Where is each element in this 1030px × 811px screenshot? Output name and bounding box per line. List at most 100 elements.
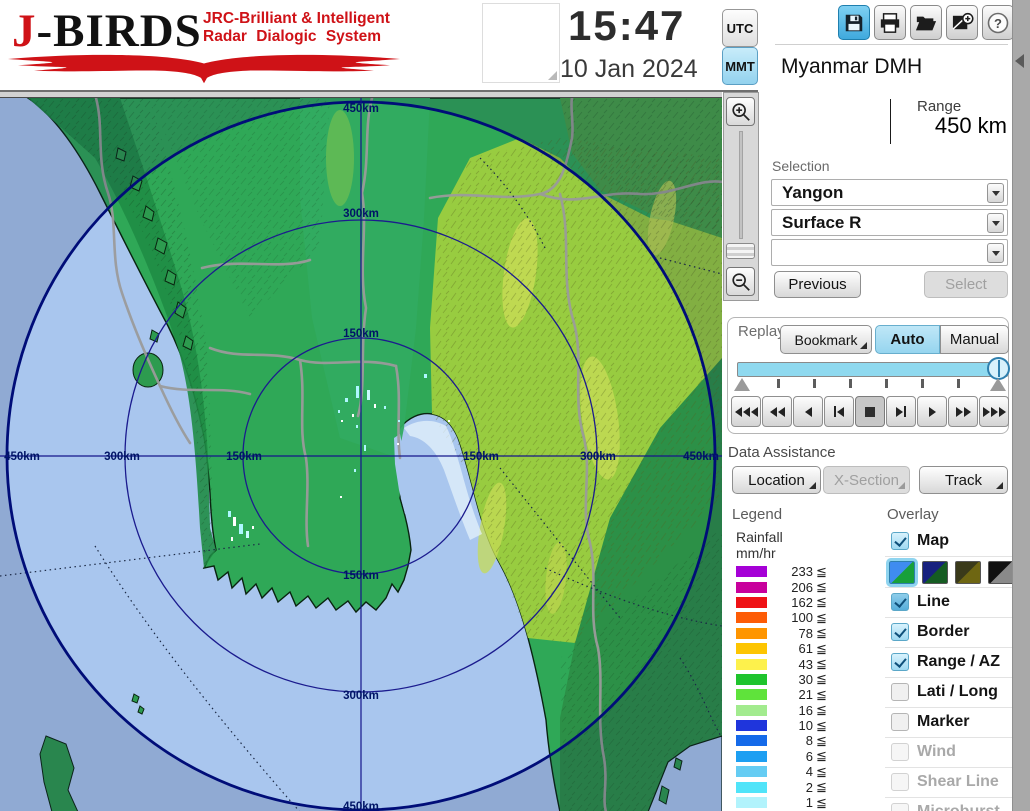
line-checkbox[interactable] — [891, 593, 909, 611]
open-folder-button[interactable] — [910, 5, 942, 40]
map-checkbox[interactable] — [891, 532, 909, 550]
map-style-gray-swatch[interactable] — [988, 561, 1014, 584]
svg-text:150km: 150km — [226, 451, 262, 463]
jump-to-start-button[interactable] — [731, 396, 761, 427]
shear-line-checkbox — [891, 773, 909, 791]
replay-slider-track[interactable] — [737, 362, 1008, 377]
overlay-item-label: Shear Line — [917, 773, 999, 791]
fast-rewind-button[interactable] — [762, 396, 792, 427]
overlay-item-label: Range / AZ — [917, 653, 1000, 671]
overlay-item-marker[interactable]: Marker — [891, 711, 969, 733]
step-forward-button[interactable] — [886, 396, 916, 427]
play-reverse-button[interactable] — [793, 396, 823, 427]
open-folder-icon — [915, 12, 937, 34]
slider-tick — [957, 379, 960, 388]
auto-button[interactable]: Auto — [875, 325, 940, 354]
logo-tagline: JRC-Brilliant & Intelligent Radar Dialog… — [203, 10, 390, 46]
option-dropdown-button[interactable] — [987, 243, 1004, 263]
zoom-in-button[interactable] — [726, 97, 755, 126]
zoom-slider-handle[interactable] — [726, 243, 755, 259]
overlay-item-range-az[interactable]: Range / AZ — [891, 651, 1000, 673]
print-button[interactable] — [874, 5, 906, 40]
product-dropdown[interactable]: Surface R — [771, 209, 1008, 236]
zoom-slider-track[interactable] — [739, 131, 743, 239]
marker-checkbox[interactable] — [891, 713, 909, 731]
fast-forward-button[interactable] — [948, 396, 978, 427]
legend-le-symbol: ≦ — [816, 733, 827, 749]
legend-le-symbol: ≦ — [816, 764, 827, 780]
divider — [885, 707, 1012, 708]
overlay-item-lati-long[interactable]: Lati / Long — [891, 681, 998, 703]
legend-swatch — [736, 705, 767, 716]
range-az-checkbox[interactable] — [891, 653, 909, 671]
select-button[interactable]: Select — [924, 271, 1008, 298]
previous-button[interactable]: Previous — [774, 271, 861, 298]
bookmark-label: Bookmark — [794, 332, 857, 348]
legend-row: 233≦ — [725, 564, 883, 579]
manual-button[interactable]: Manual — [940, 325, 1009, 354]
stop-button[interactable] — [855, 396, 885, 427]
utc-button[interactable]: UTC — [722, 9, 758, 47]
legend-swatch — [736, 628, 767, 639]
legend-swatch — [736, 582, 767, 593]
legend-swatch — [736, 643, 767, 654]
legend-swatch — [736, 720, 767, 731]
map-style-terrain-swatch[interactable] — [889, 561, 915, 584]
slider-end-marker[interactable] — [990, 378, 1006, 391]
mmt-button[interactable]: MMT — [722, 47, 758, 85]
help-icon: ? — [986, 11, 1010, 35]
zoom-out-button[interactable] — [726, 267, 755, 296]
divider — [885, 587, 1012, 588]
capture-add-button[interactable] — [946, 5, 978, 40]
forward2-icon — [956, 407, 963, 417]
radar-map[interactable]: 450km 300km 150km 150km 300km 450km 450k… — [0, 97, 722, 811]
save-icon — [843, 12, 865, 34]
legend-row: 30≦ — [725, 672, 883, 687]
save-button[interactable] — [838, 5, 870, 40]
product-dropdown-button[interactable] — [987, 213, 1004, 233]
site-dropdown[interactable]: Yangon — [771, 179, 1008, 206]
map-style-olive-swatch[interactable] — [955, 561, 981, 584]
map-zoom-control — [723, 92, 759, 301]
divider — [885, 767, 1012, 768]
location-button[interactable]: Location — [732, 466, 821, 494]
legend-swatch — [736, 612, 767, 623]
slider-start-marker[interactable] — [734, 378, 750, 391]
legend-le-symbol: ≦ — [816, 687, 827, 703]
tagline-line2: Radar Dialogic System — [203, 28, 390, 46]
divider — [885, 617, 1012, 618]
chevron-down-icon — [992, 191, 1000, 196]
bookmark-button[interactable]: Bookmark — [780, 325, 872, 354]
step-back-button[interactable] — [824, 396, 854, 427]
legend-le-symbol: ≦ — [816, 795, 827, 811]
site-dropdown-button[interactable] — [987, 183, 1004, 203]
legend-swatch — [736, 674, 767, 685]
option-dropdown[interactable] — [771, 239, 1008, 266]
legend-le-symbol: ≦ — [816, 748, 827, 764]
play-button[interactable] — [917, 396, 947, 427]
replay-slider-handle[interactable] — [987, 357, 1010, 380]
overlay-item-border[interactable]: Border — [891, 621, 969, 643]
slider-tick — [777, 379, 780, 388]
track-button[interactable]: Track — [919, 466, 1008, 494]
x-section-button[interactable]: X-Section — [823, 466, 910, 494]
svg-text:150km: 150km — [343, 328, 379, 340]
legend-unit-line2: mm/hr — [736, 545, 776, 561]
overlay-item-map[interactable]: Map — [891, 530, 949, 552]
panel-edge-strip[interactable] — [1012, 0, 1030, 811]
svg-text:450km: 450km — [683, 451, 719, 463]
svg-text:150km: 150km — [463, 451, 499, 463]
help-button[interactable]: ? — [982, 5, 1014, 40]
replay-panel: Replay Bookmark Auto Manual — [727, 317, 1009, 434]
border-checkbox[interactable] — [891, 623, 909, 641]
collapse-panel-icon[interactable] — [1015, 54, 1024, 68]
divider — [885, 797, 1012, 798]
overlay-item-line[interactable]: Line — [891, 591, 950, 613]
jump-to-end-button[interactable] — [979, 396, 1009, 427]
rewind3-icon — [751, 407, 758, 417]
legend-row: 78≦ — [725, 626, 883, 641]
resize-grip-icon[interactable] — [548, 71, 557, 80]
lati-long-checkbox[interactable] — [891, 683, 909, 701]
map-style-dark-swatch[interactable] — [922, 561, 948, 584]
svg-text:300km: 300km — [343, 208, 379, 220]
